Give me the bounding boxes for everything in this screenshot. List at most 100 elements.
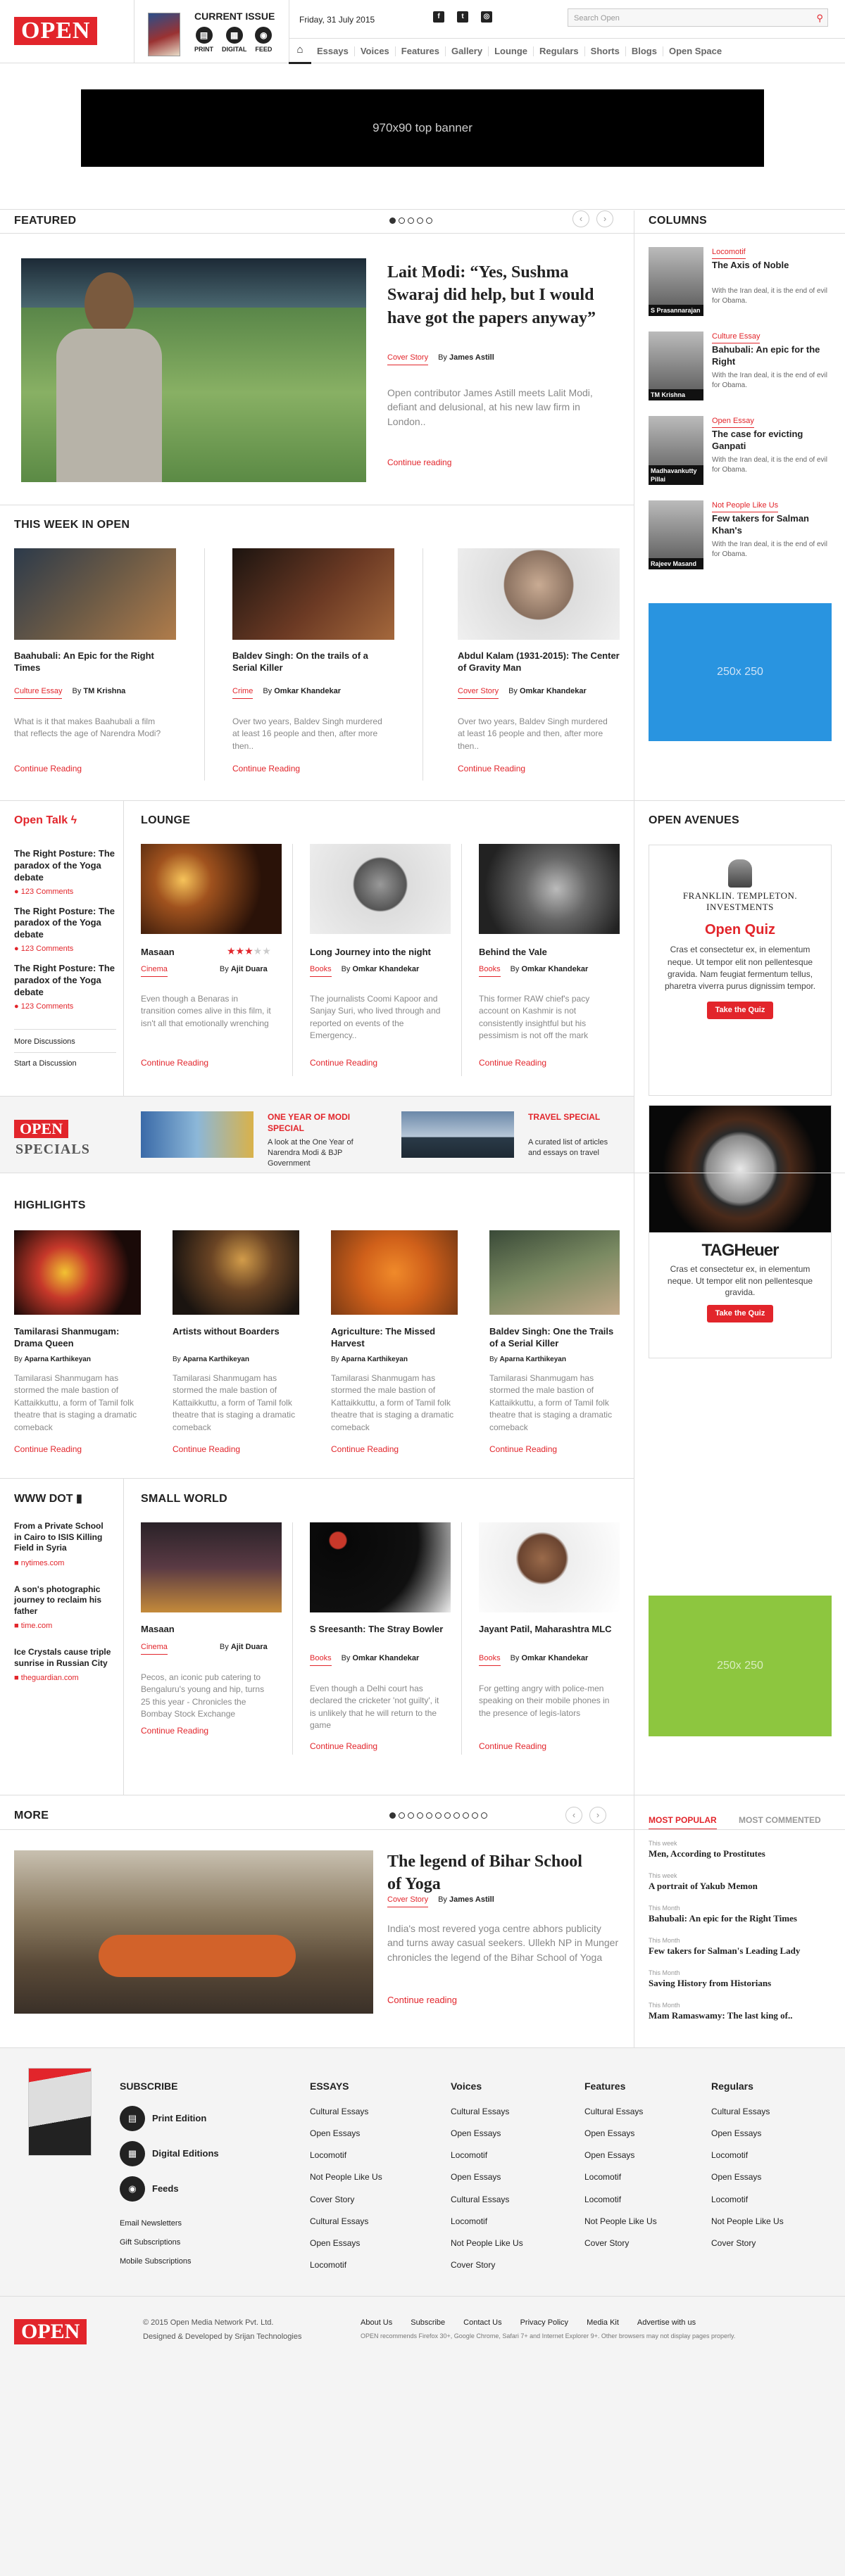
highlight-image[interactable] xyxy=(14,1230,141,1315)
column-item[interactable]: TM Krishna Culture Essay Bahubali: An ep… xyxy=(649,332,832,402)
week-category[interactable]: Crime xyxy=(232,686,254,699)
nav-blogs[interactable]: Blogs xyxy=(626,46,663,56)
column-item[interactable]: Madhavankutty Pillai Open Essay The case… xyxy=(649,416,832,486)
talk-headline[interactable]: The Right Posture: The paradox of the Yo… xyxy=(14,906,116,942)
main-nav: ⌂ Essays Voices Features Gallery Lounge … xyxy=(289,38,845,64)
popular-item[interactable]: This Month Mam Ramaswamy: The last king o… xyxy=(649,2001,832,2022)
week-image[interactable] xyxy=(232,548,394,640)
talk-comments[interactable]: ● 123 Comments xyxy=(14,887,116,897)
ad-box-green[interactable]: 250x 250 xyxy=(649,1596,832,1736)
more-image[interactable] xyxy=(14,1850,373,2014)
top-banner[interactable]: 970x90 top banner xyxy=(81,89,764,167)
feeds-link[interactable]: ◉ Feeds xyxy=(120,2176,219,2202)
special-image[interactable] xyxy=(401,1111,514,1158)
highlight-image[interactable] xyxy=(331,1230,458,1315)
popular-item[interactable]: This week A portrait of Yakub Memon xyxy=(649,1871,832,1893)
smallworld-image[interactable] xyxy=(310,1522,451,1612)
popular-item[interactable]: This Month Few takers for Salman's Leadin… xyxy=(649,1936,832,1957)
site-logo[interactable]: OPEN xyxy=(14,17,98,45)
featured-headline[interactable]: Lait Modi: “Yes, Sushma Swaraj did help,… xyxy=(387,261,620,329)
footer-issue-cover[interactable] xyxy=(28,2068,92,2156)
popular-item[interactable]: This Month Saving History from Historians xyxy=(649,1969,832,1990)
week-category[interactable]: Culture Essay xyxy=(14,686,63,699)
more-discussions-link[interactable]: More Discussions xyxy=(14,1028,116,1047)
prev-arrow-icon[interactable]: ‹ xyxy=(565,1807,582,1824)
popular-item[interactable]: This week Men, According to Prostitutes xyxy=(649,1839,832,1860)
print-edition-link[interactable]: ▤ Print Edition xyxy=(120,2105,219,2131)
facebook-icon[interactable]: f xyxy=(433,11,444,23)
nav-shorts[interactable]: Shorts xyxy=(585,46,626,56)
talk-headline[interactable]: The Right Posture: The paradox of the Yo… xyxy=(14,963,116,999)
instagram-icon[interactable]: ◎ xyxy=(481,11,492,23)
feed-link[interactable]: ◉ FEED xyxy=(255,27,272,53)
watch-image[interactable] xyxy=(649,1106,831,1232)
print-link[interactable]: ▤ PRINT xyxy=(194,27,213,53)
talk-headline[interactable]: The Right Posture: The paradox of the Yo… xyxy=(14,848,116,884)
ad-box-blue[interactable]: 250x 250 xyxy=(649,603,832,741)
smallworld-title: SMALL WORLD xyxy=(141,1493,227,1505)
popular-item[interactable]: This Month Bahubali: An epic for the Righ… xyxy=(649,1904,832,1925)
special-title[interactable]: TRAVEL SPECIAL xyxy=(528,1111,606,1123)
featured-pager[interactable] xyxy=(389,217,432,224)
take-quiz-button[interactable]: Take the Quiz xyxy=(706,1304,774,1322)
week-headline[interactable]: Baldev Singh: On the trails of a Serial … xyxy=(232,650,394,674)
week-headline[interactable]: Abdul Kalam (1931-2015): The Center of G… xyxy=(458,650,620,674)
prev-arrow-icon[interactable]: ‹ xyxy=(572,210,589,227)
smallworld-image[interactable] xyxy=(479,1522,620,1612)
talk-comments[interactable]: ● 123 Comments xyxy=(14,944,116,954)
week-category[interactable]: Cover Story xyxy=(458,686,499,699)
week-image[interactable] xyxy=(14,548,176,640)
highlight-image[interactable] xyxy=(173,1230,299,1315)
lounge-image[interactable] xyxy=(310,844,451,934)
specials-logo[interactable]: OPEN xyxy=(14,1120,69,1138)
search-input[interactable]: Search Open ⚲ xyxy=(568,8,828,27)
featured-category[interactable]: Cover Story xyxy=(387,353,429,365)
lounge-headline[interactable]: Masaan xyxy=(141,947,175,959)
source-link[interactable]: ■ nytimes.com xyxy=(14,1558,113,1569)
current-issue-cover[interactable] xyxy=(148,13,180,56)
search-icon[interactable]: ⚲ xyxy=(816,12,823,25)
nav-features[interactable]: Features xyxy=(396,46,446,56)
column-item[interactable]: S Prasannarajan Locomotif The Axis of No… xyxy=(649,247,832,317)
featured-image[interactable] xyxy=(21,258,366,482)
more-headline[interactable]: The legend of Bihar School of Yoga xyxy=(387,1850,599,1896)
gift-subscriptions-link[interactable]: Gift Subscriptions xyxy=(120,2237,219,2248)
week-image[interactable] xyxy=(458,548,620,640)
nav-voices[interactable]: Voices xyxy=(355,46,396,56)
next-arrow-icon[interactable]: › xyxy=(589,1807,606,1824)
more-pager[interactable] xyxy=(389,1812,487,1819)
special-title[interactable]: ONE YEAR OF MODI SPECIAL xyxy=(268,1111,359,1134)
nav-lounge[interactable]: Lounge xyxy=(489,46,534,56)
nav-gallery[interactable]: Gallery xyxy=(446,46,489,56)
mobile-subscriptions-link[interactable]: Mobile Subscriptions xyxy=(120,2256,219,2267)
talk-comments[interactable]: ● 123 Comments xyxy=(14,1002,116,1012)
column-item[interactable]: Rajeev Masand Not People Like Us Few tak… xyxy=(649,500,832,571)
next-arrow-icon[interactable]: › xyxy=(596,210,613,227)
social-links: f t ◎ xyxy=(433,11,492,23)
email-newsletters-link[interactable]: Email Newsletters xyxy=(120,2218,219,2229)
smallworld-image[interactable] xyxy=(141,1522,282,1612)
source-link[interactable]: ■ theguardian.com xyxy=(14,1673,113,1684)
lounge-headline[interactable]: Long Journey into the night xyxy=(310,947,451,959)
tab-most-commented[interactable]: MOST COMMENTED xyxy=(739,1814,821,1826)
footer-logo[interactable]: OPEN xyxy=(14,2319,87,2344)
lounge-image[interactable] xyxy=(479,844,620,934)
nav-open-space[interactable]: Open Space xyxy=(663,46,727,56)
digital-link[interactable]: ▦ DIGITAL xyxy=(222,27,246,53)
tab-most-popular[interactable]: MOST POPULAR xyxy=(649,1814,717,1831)
nav-essays[interactable]: Essays xyxy=(311,46,355,56)
highlight-image[interactable] xyxy=(489,1230,620,1315)
lounge-headline[interactable]: Behind the Vale xyxy=(479,947,620,959)
nav-regulars[interactable]: Regulars xyxy=(534,46,585,56)
source-link[interactable]: ■ time.com xyxy=(14,1621,113,1631)
home-icon[interactable]: ⌂ xyxy=(289,39,311,64)
twitter-icon[interactable]: t xyxy=(457,11,468,23)
special-image[interactable] xyxy=(141,1111,254,1158)
start-discussion-link[interactable]: Start a Discussion xyxy=(14,1052,116,1069)
week-headline[interactable]: Baahubali: An Epic for the Right Times xyxy=(14,650,176,674)
featured-author[interactable]: James Astill xyxy=(449,353,494,362)
lounge-image[interactable] xyxy=(141,844,282,934)
take-quiz-button[interactable]: Take the Quiz xyxy=(706,1001,774,1019)
digital-edition-link[interactable]: ▦ Digital Editions xyxy=(120,2140,219,2166)
featured-continue-link[interactable]: Continue reading xyxy=(387,457,451,468)
